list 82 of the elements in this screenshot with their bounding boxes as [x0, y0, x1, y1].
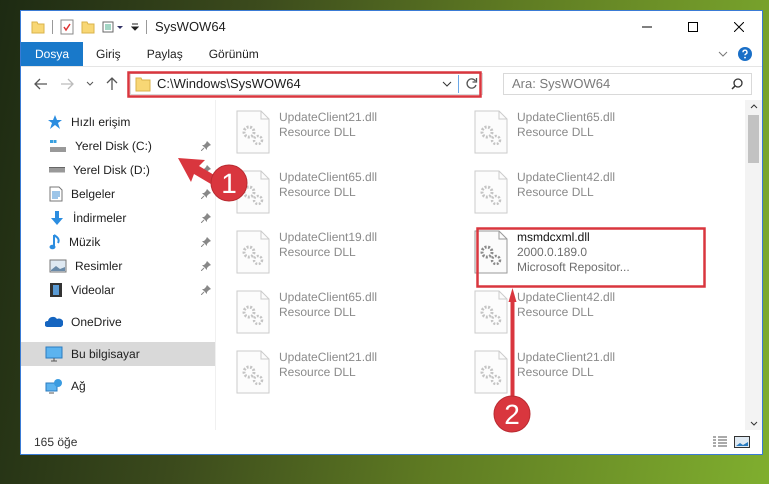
number-badge: 1 [210, 164, 248, 202]
file-description: Resource DLL [279, 125, 357, 139]
help-icon[interactable] [738, 47, 752, 61]
sidebar-item[interactable]: Hızlı erişim [21, 110, 215, 134]
sidebar-item[interactable]: Müzik [21, 230, 215, 254]
download-icon [49, 210, 65, 226]
sidebar-item[interactable]: Ağ [21, 374, 215, 398]
sidebar-item[interactable]: Videolar [21, 278, 215, 302]
sidebar-item[interactable]: OneDrive [21, 310, 215, 334]
forward-icon[interactable] [60, 78, 74, 90]
file-description: Resource DLL [517, 365, 595, 379]
file-name: UpdateClient42.dll [517, 290, 616, 304]
cloud-icon [45, 316, 63, 328]
expand-ribbon-icon[interactable] [718, 51, 728, 57]
pin-icon[interactable] [201, 189, 211, 199]
document-icon [49, 186, 63, 202]
ribbon-tab[interactable]: Görünüm [196, 42, 272, 66]
file-name: UpdateClient65.dll [279, 290, 378, 304]
address-field[interactable]: C:\Windows\SysWOW64 [130, 72, 483, 94]
scrollbar-thumb[interactable] [748, 115, 759, 163]
sidebar-item[interactable]: Bu bilgisayar [21, 342, 215, 366]
scroll-down-icon[interactable] [750, 421, 758, 426]
drive-icon [49, 139, 67, 153]
file-name: UpdateClient21.dll [517, 350, 616, 364]
ribbon-tab[interactable]: Paylaş [134, 42, 196, 66]
close-icon [734, 22, 744, 32]
maximize-icon [688, 22, 698, 32]
pin-icon[interactable] [201, 141, 211, 151]
network-icon [45, 378, 63, 394]
new-folder-icon[interactable] [81, 20, 95, 34]
picture-icon [49, 259, 67, 273]
drive-icon [49, 167, 65, 173]
scrollbar[interactable] [745, 100, 762, 430]
folder-icon[interactable] [31, 20, 45, 34]
item-count: 165 öğe [34, 435, 78, 449]
ribbon-tab[interactable]: Giriş [83, 42, 134, 66]
sidebar-item[interactable]: İndirmeler [21, 206, 215, 230]
refresh-icon[interactable] [465, 77, 478, 90]
file-name: msmdcxml.dll [517, 230, 591, 244]
file-description: Resource DLL [279, 245, 357, 259]
file-description: Resource DLL [517, 125, 595, 139]
view-options-icon[interactable] [102, 20, 124, 32]
file-name: UpdateClient19.dll [279, 230, 378, 244]
pin-icon[interactable] [201, 213, 211, 223]
dropdown-icon[interactable] [442, 80, 452, 86]
pin-icon[interactable] [201, 261, 211, 271]
file-description: Resource DLL [279, 185, 357, 199]
number-badge: 2 [494, 396, 530, 432]
file-description: Resource DLL [279, 305, 357, 319]
file-description: Resource DLL [517, 185, 595, 199]
film-icon [49, 282, 63, 298]
details-view-icon[interactable] [712, 436, 728, 448]
properties-icon[interactable] [60, 18, 74, 34]
gear-file-icon[interactable] [474, 230, 508, 274]
window-title: SysWOW64 [155, 19, 226, 34]
file-name: UpdateClient21.dll [279, 350, 378, 364]
customize-toolbar-icon[interactable] [131, 22, 139, 30]
pin-icon[interactable] [201, 285, 211, 295]
scroll-up-icon[interactable] [750, 104, 758, 109]
file-description: Resource DLL [279, 365, 357, 379]
computer-icon [45, 346, 63, 362]
sidebar-item[interactable]: Yerel Disk (C:) [21, 134, 215, 158]
file-description: Microsoft Repositor... [517, 260, 630, 274]
sidebar-item[interactable]: Resimler [21, 254, 215, 278]
back-icon[interactable] [34, 78, 48, 90]
file-name: UpdateClient65.dll [279, 170, 378, 184]
file-description: Resource DLL [517, 305, 595, 319]
ribbon-tab[interactable]: Dosya [21, 42, 84, 66]
recent-locations-icon[interactable] [86, 81, 94, 86]
music-note-icon [49, 234, 61, 250]
file-name: UpdateClient21.dll [279, 110, 378, 124]
star-icon [47, 114, 63, 130]
folder-icon [135, 76, 151, 92]
large-icons-view-icon[interactable] [734, 436, 750, 448]
search-icon [731, 78, 743, 90]
minimize-icon [642, 26, 652, 28]
pin-icon[interactable] [201, 237, 211, 247]
file-version: 2000.0.189.0 [517, 245, 588, 259]
search-field[interactable]: Ara: SysWOW64 [503, 72, 752, 94]
up-icon[interactable] [106, 76, 118, 90]
file-name: UpdateClient42.dll [517, 170, 616, 184]
file-name: UpdateClient65.dll [517, 110, 616, 124]
